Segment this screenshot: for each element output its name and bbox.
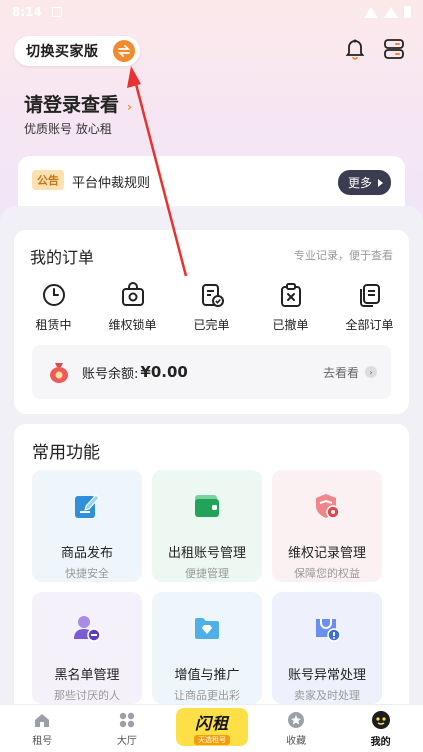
order-item-all[interactable]: 全部订单 [330,282,409,333]
tile-subtitle: 那些讨厌的人 [54,689,120,702]
functions-title: 常用功能 [32,443,100,463]
home-icon [35,713,50,727]
folder-diamond-icon [189,610,225,646]
order-item-label: 已撤单 [272,318,309,332]
tab-favorites[interactable]: 收藏 [254,711,339,747]
tile-title: 黑名单管理 [54,668,120,683]
login-subtitle: 优质账号 放心租 [24,122,112,136]
order-item-cancelled[interactable]: 已撤单 [251,282,330,333]
signal-icon [384,6,398,18]
switch-buyer-label: 切换买家版 [26,44,99,60]
notice-tag: 公告 [32,170,64,190]
tile-title: 商品发布 [60,546,113,561]
tile-title: 出租账号管理 [167,546,246,561]
orders-title: 我的订单 [30,248,95,267]
bell-icon[interactable] [345,38,365,64]
functions-card: 常用功能 商品发布 快捷安全 出租账号管理 便捷管理 维权记录管理 保障您的权益… [14,424,409,724]
clipboard-x-icon [280,283,301,307]
balance-row[interactable]: 账号余额: ¥0.00 去看看 › [32,345,391,399]
user-block-icon [69,610,105,646]
money-bag-icon [50,363,68,383]
lock-bag-icon [121,282,144,306]
status-time: 8:14 [12,5,42,19]
clock-icon [42,284,65,306]
tile-account-exception[interactable]: 账号异常处理 卖家及时处理 [272,592,382,704]
tile-dispute-records[interactable]: 维权记录管理 保障您的权益 [272,470,382,582]
doc-check-icon [201,284,224,307]
tile-rental-account-management[interactable]: 出租账号管理 便捷管理 [152,470,262,582]
order-item-locked[interactable]: 维权锁单 [93,282,172,333]
tab-label: 大厅 [116,735,137,747]
tab-mine[interactable]: 我的 [338,710,423,748]
switch-buyer-button[interactable]: 切换买家版 [14,36,140,66]
shield-icon [309,488,345,524]
settings-server-icon[interactable] [383,38,405,64]
edit-icon [69,488,105,524]
flash-rent-label: 闪租 [194,713,229,733]
tile-subtitle: 保障您的权益 [294,567,360,580]
wifi-icon [364,6,378,18]
order-item-renting[interactable]: 租赁中 [14,282,93,333]
orders-hint: 专业记录，便于查看 [294,249,393,262]
tile-subtitle: 让商品更出彩 [174,689,240,702]
status-bar: 8:14 [0,0,423,24]
tile-title: 维权记录管理 [287,546,366,561]
order-item-completed[interactable]: 已完单 [172,282,251,333]
tile-title: 增值与推广 [174,668,240,683]
tab-rent[interactable]: 租号 [0,711,85,747]
login-prompt[interactable]: 请登录查看 › [24,90,132,117]
tile-subtitle: 快捷安全 [65,567,109,580]
order-item-label: 租赁中 [35,318,72,332]
balance-action: 去看看 [322,365,359,380]
tile-subtitle: 便捷管理 [185,567,229,580]
tile-publish-product[interactable]: 商品发布 快捷安全 [32,470,142,582]
chevron-right-icon: › [127,100,132,114]
swap-icon [113,40,135,62]
flash-rent-sublabel: 天选租号 [194,734,230,745]
notice-text: 平台仲裁规则 [72,176,151,191]
order-item-label: 全部订单 [345,318,394,332]
grid-icon [119,712,135,727]
wallet-icon [189,488,225,524]
tab-label: 我的 [370,736,391,748]
bag-alert-icon [309,610,345,646]
login-title: 请登录查看 [24,94,120,116]
balance-view-link[interactable]: 去看看 › [323,364,377,381]
tile-title: 账号异常处理 [287,668,366,683]
play-icon [378,178,383,187]
balance-value: ¥0.00 [140,363,188,381]
flash-rent-button[interactable]: 闪租 天选租号 [176,708,248,746]
orders-card: 我的订单 专业记录，便于查看 租赁中 维权锁单 已完单 已撤单 全部订单 账号余… [14,230,409,414]
order-item-label: 已完单 [193,318,230,332]
balance-label: 账号余额: [82,366,139,382]
tile-subtitle: 卖家及时处理 [294,689,360,702]
docs-icon [359,284,380,307]
notification-icon [51,7,62,17]
more-button[interactable]: 更多 [337,170,391,195]
tile-value-promotion[interactable]: 增值与推广 让商品更出彩 [152,592,262,704]
tab-label: 租号 [32,735,53,747]
order-item-label: 维权锁单 [108,318,157,332]
tab-label: 收藏 [286,735,307,747]
star-icon [288,711,305,728]
tab-lobby[interactable]: 大厅 [85,711,170,747]
battery-icon [404,6,411,18]
tile-blacklist[interactable]: 黑名单管理 那些讨厌的人 [32,592,142,704]
profile-icon [371,710,390,729]
chevron-right-icon: › [365,366,377,378]
more-label: 更多 [347,176,372,190]
